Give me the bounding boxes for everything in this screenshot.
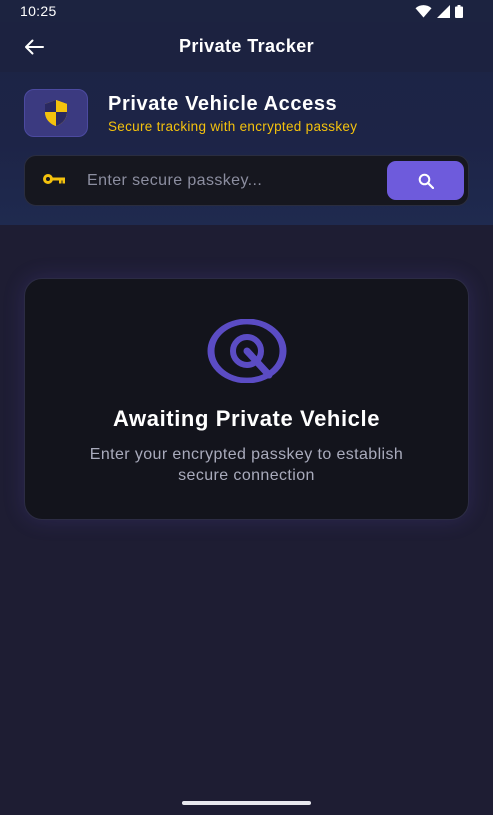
search-icon — [418, 173, 434, 189]
hero-subtitle: Secure tracking with encrypted passkey — [108, 119, 358, 134]
status-card: Awaiting Private Vehicle Enter your encr… — [24, 278, 469, 520]
status-icons — [415, 4, 463, 18]
hero-section: Private Vehicle Access Secure tracking w… — [24, 89, 469, 137]
passkey-search-bar — [24, 155, 469, 206]
radar-icon — [207, 319, 287, 383]
passkey-input[interactable] — [87, 164, 377, 197]
wifi-icon — [415, 4, 432, 17]
key-icon — [43, 174, 65, 184]
header-block: Private Tracker Private Vehicle Access S… — [0, 22, 493, 225]
home-indicator[interactable] — [182, 801, 311, 805]
shield-icon — [45, 100, 67, 126]
card-title: Awaiting Private Vehicle — [112, 406, 381, 431]
hero-title: Private Vehicle Access — [108, 93, 338, 115]
battery-icon — [455, 4, 463, 18]
status-bar: 10:25 — [0, 0, 493, 22]
screen: 10:25 Private Tracker Private Vehicle Ac… — [0, 0, 493, 815]
app-bar: Private Tracker — [0, 22, 493, 72]
status-time: 10:25 — [20, 3, 57, 19]
search-button[interactable] — [387, 161, 464, 200]
page-title: Private Tracker — [178, 36, 315, 56]
shield-tile — [24, 89, 88, 137]
signal-icon — [437, 4, 450, 18]
card-description: Enter your encrypted passkey to establis… — [89, 446, 404, 484]
